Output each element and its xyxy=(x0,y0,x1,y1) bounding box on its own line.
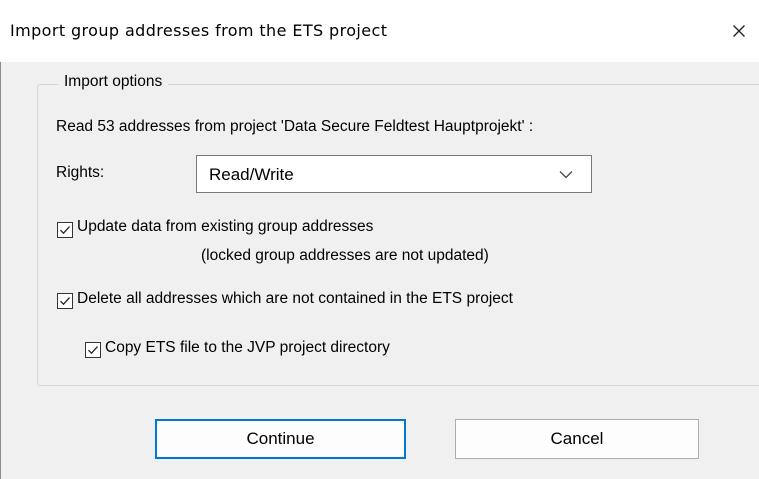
update-data-note: (locked group addresses are not updated) xyxy=(201,247,489,264)
chevron-down-icon xyxy=(559,171,573,179)
cancel-button[interactable]: Cancel xyxy=(455,419,699,459)
delete-addresses-label: Delete all addresses which are not conta… xyxy=(77,290,513,307)
dialog-title: Import group addresses from the ETS proj… xyxy=(10,21,388,40)
update-data-label: Update data from existing group addresse… xyxy=(77,218,374,235)
import-options-legend: Import options xyxy=(58,73,169,91)
read-addresses-text: Read 53 addresses from project 'Data Sec… xyxy=(56,118,534,135)
continue-button[interactable]: Continue xyxy=(155,419,406,459)
copy-ets-file-label: Copy ETS file to the JVP project directo… xyxy=(105,339,390,356)
title-bar: Import group addresses from the ETS proj… xyxy=(0,0,759,63)
rights-label: Rights: xyxy=(56,164,105,181)
checkmark-icon xyxy=(60,297,70,306)
rights-dropdown[interactable]: Read/Write xyxy=(196,155,592,193)
update-data-checkbox[interactable] xyxy=(57,222,73,238)
delete-addresses-checkbox[interactable] xyxy=(57,293,73,309)
close-button[interactable] xyxy=(722,14,756,48)
rights-dropdown-value: Read/Write xyxy=(209,165,294,184)
window-border xyxy=(0,62,1,479)
copy-ets-file-checkbox[interactable] xyxy=(85,342,101,358)
checkmark-icon xyxy=(88,346,98,355)
import-dialog: Import group addresses from the ETS proj… xyxy=(0,0,759,479)
checkmark-icon xyxy=(60,226,70,235)
close-icon xyxy=(733,25,745,37)
